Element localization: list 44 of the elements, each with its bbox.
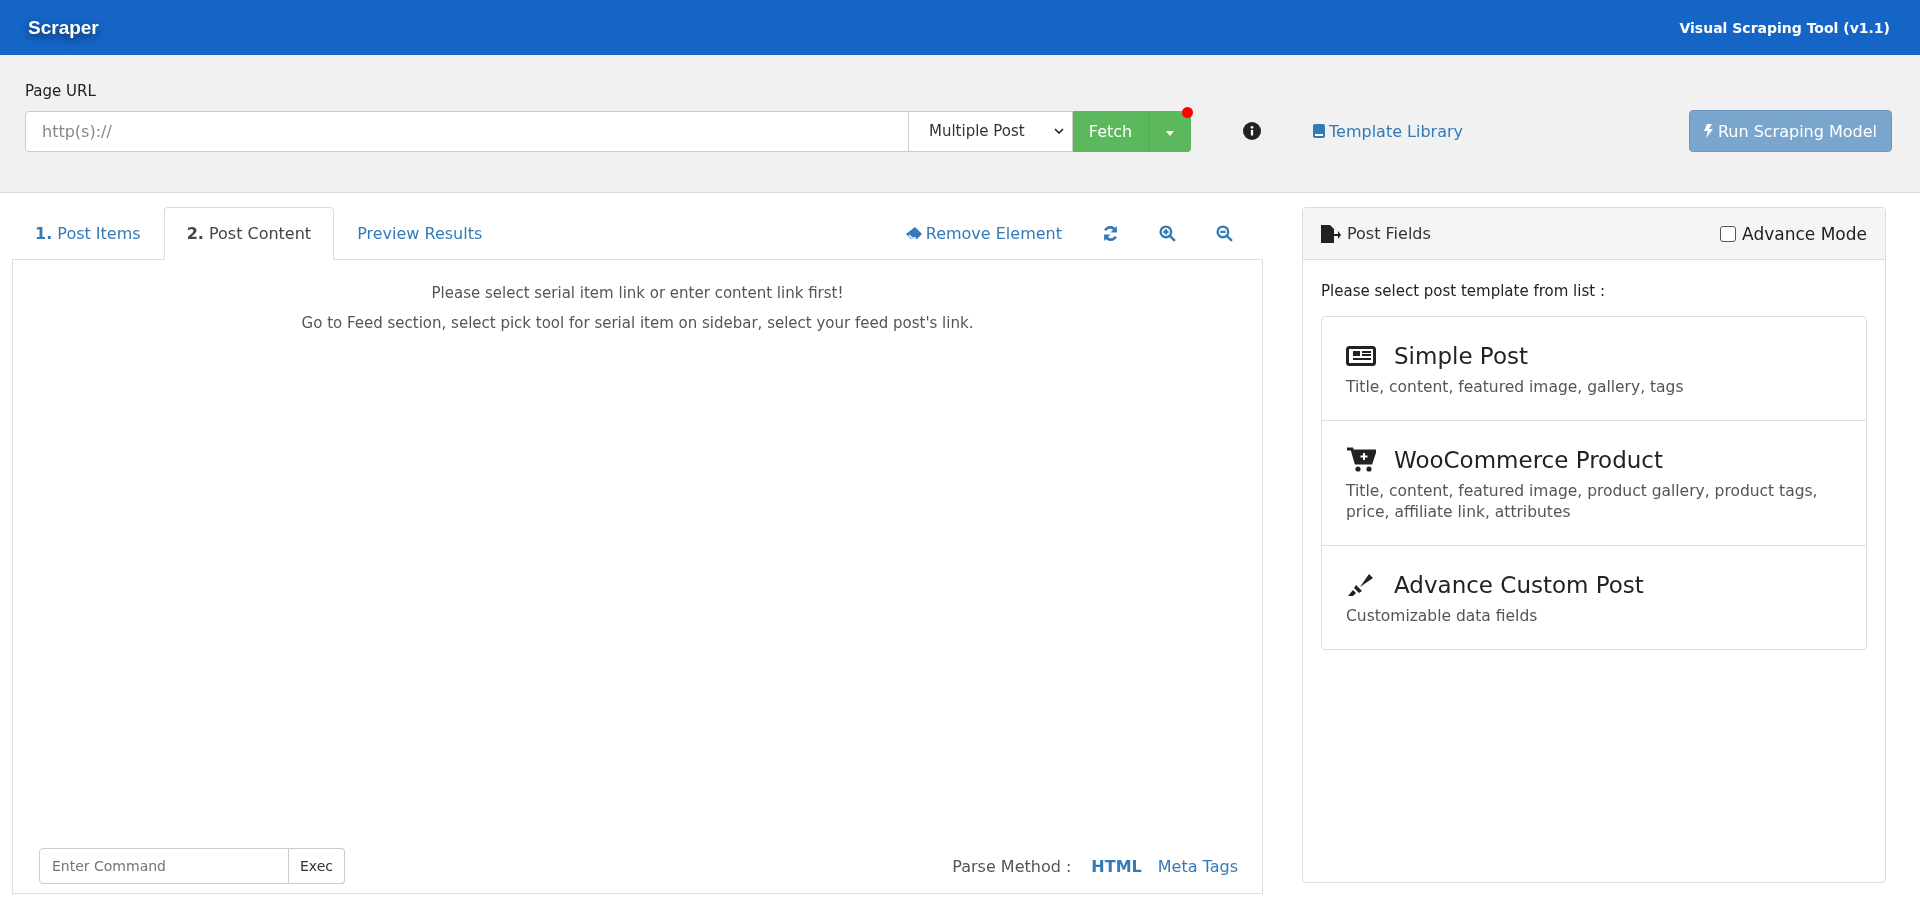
parse-option[interactable]: HTML	[1091, 856, 1142, 876]
template-item[interactable]: Simple Post Title, content, featured image, gallery, tags	[1322, 317, 1866, 421]
refresh-icon[interactable]	[1102, 225, 1119, 242]
template-title: Simple Post	[1394, 343, 1528, 369]
template-description: Title, content, featured image, gallery, tags	[1346, 377, 1685, 398]
prompt-text: Please select post template from list :	[1321, 282, 1606, 300]
tab[interactable]: Preview Results	[334, 207, 506, 260]
panel-title: Post Fields	[1321, 224, 1431, 243]
field-label: Page URL	[25, 82, 97, 100]
template-item[interactable]: WooCommerce Product Title, content, featured image, product gallery, product tags, price, affiliate link, attributes	[1322, 420, 1866, 546]
parse-option[interactable]: Meta Tags	[1157, 856, 1238, 876]
template-item[interactable]: Advance Custom Post Customizable data fields	[1322, 545, 1866, 649]
file-export-icon	[1321, 224, 1341, 243]
message-text: Go to Feed section, select pick tool for serial item on sidebar, select your feed post's link.	[300, 314, 975, 332]
tab[interactable]: 2. Post Content	[163, 207, 335, 260]
zoom-out-icon[interactable]	[1216, 225, 1233, 242]
newspaper-icon	[1346, 346, 1376, 366]
app-title: Visual Scraping Tool (v1.1)	[1679, 19, 1890, 36]
marker-icon	[1346, 572, 1376, 597]
bolt-icon	[1703, 124, 1713, 138]
info-icon[interactable]	[1243, 122, 1261, 140]
command-input[interactable]: Enter Command	[39, 848, 289, 884]
book-icon	[1313, 124, 1325, 138]
template-description: Title, content, featured image, product gallery, product tags, price, affiliate link, attributes	[1346, 480, 1819, 523]
exec-button[interactable]: Exec	[289, 848, 345, 884]
template-description: Customizable data fields	[1346, 605, 1539, 627]
parse-method-label: Parse Method :	[952, 856, 1072, 876]
zoom-in-icon[interactable]	[1159, 225, 1176, 242]
notification-dot	[1182, 106, 1193, 118]
template-title: Advance Custom Post	[1394, 571, 1644, 598]
logo[interactable]: Scraper	[28, 16, 99, 39]
template-library-link[interactable]: Template Library	[1313, 121, 1464, 141]
remove-element-button[interactable]: Remove Element	[905, 224, 1062, 243]
eraser-icon	[905, 227, 922, 240]
message-text: Please select serial item link or enter content link first!	[430, 284, 845, 302]
template-title: WooCommerce Product	[1394, 446, 1663, 473]
chevron-icon	[1054, 128, 1064, 134]
cart-plus-icon	[1346, 446, 1376, 473]
caret-icon	[1166, 130, 1174, 136]
tab[interactable]: 1. Post Items	[12, 207, 164, 260]
mode-select[interactable]: Multiple Post	[909, 110, 1073, 152]
advance-mode-checkbox[interactable]: Advance Mode	[1720, 223, 1867, 244]
dropdown-button[interactable]	[1149, 110, 1191, 152]
url-input[interactable]: http(s)://	[25, 110, 909, 152]
